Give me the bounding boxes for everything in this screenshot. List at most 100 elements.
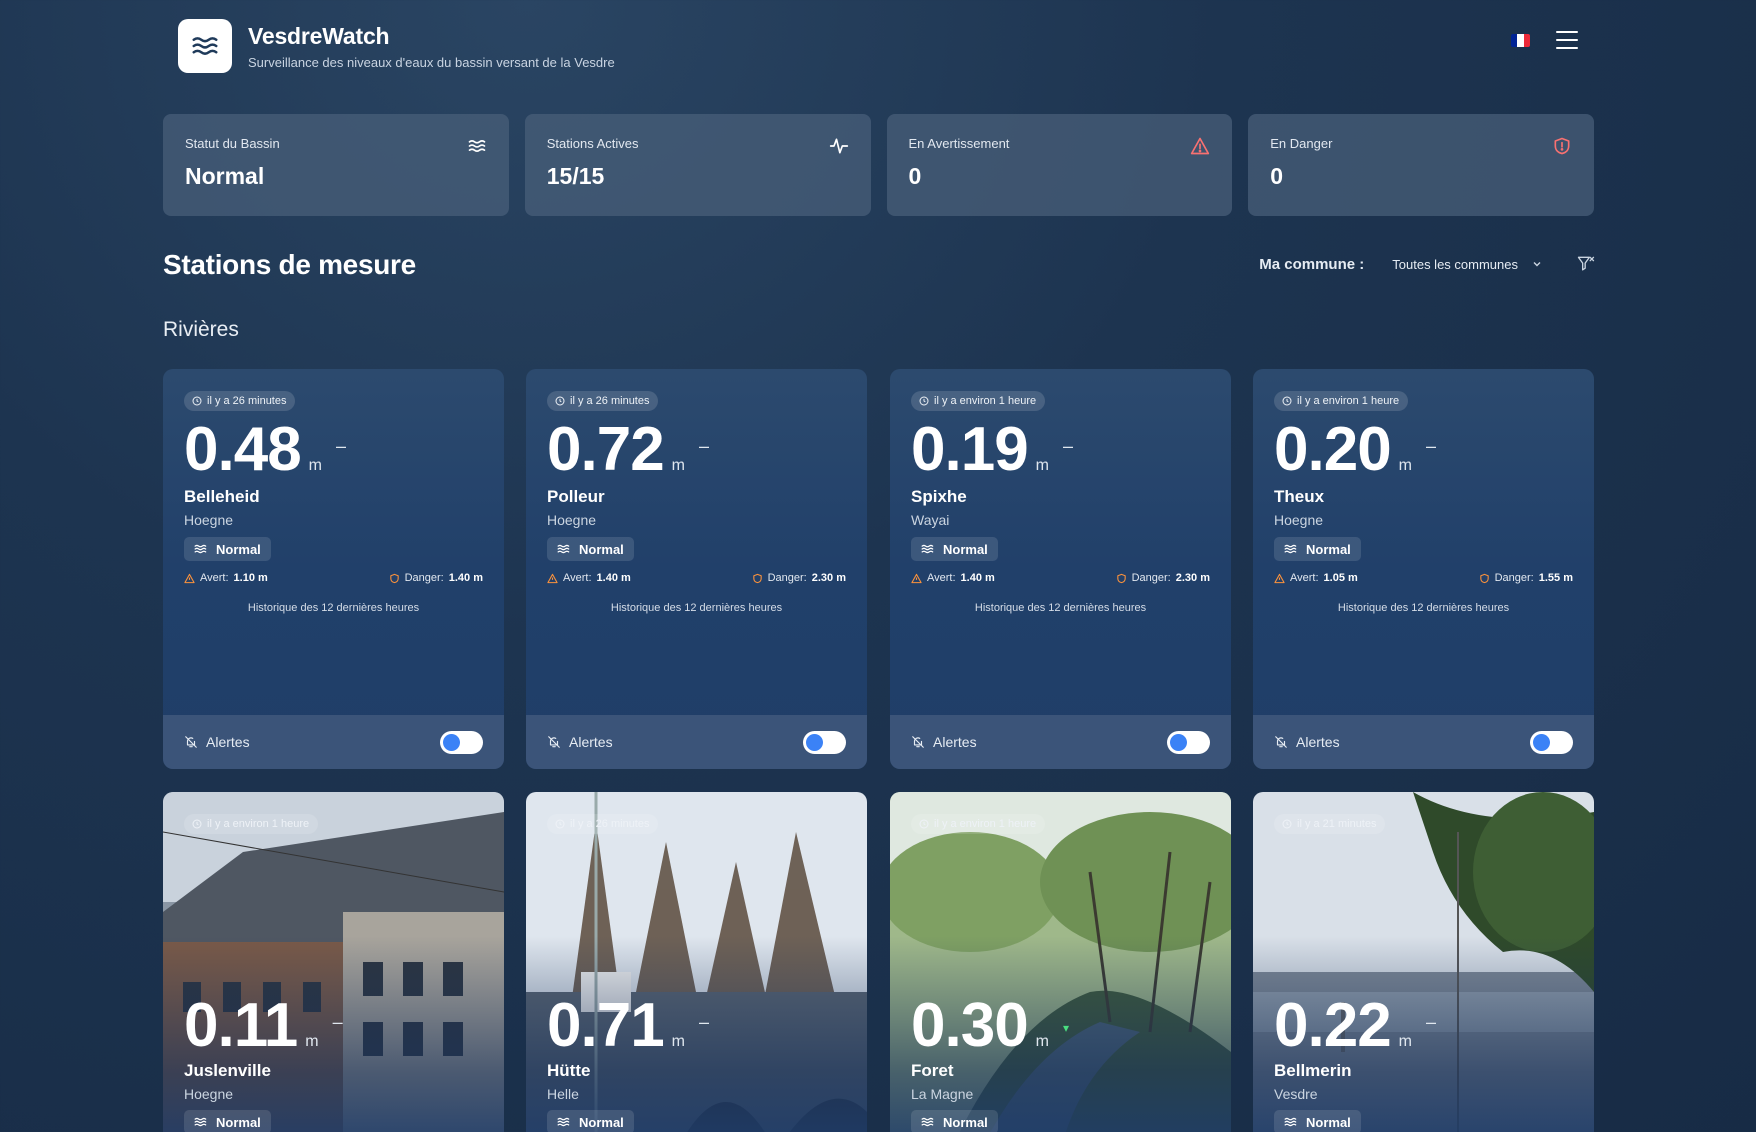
station-card[interactable]: il y a 21 minutes 0.22 m – Bellmerin Ves…: [1253, 792, 1594, 1132]
station-card[interactable]: il y a 26 minutes 0.72 m – Polleur Hoegn…: [526, 369, 867, 769]
level-value: 0.19: [911, 415, 1029, 484]
trend-indicator: –: [1426, 1012, 1437, 1032]
app-header: VesdreWatch Surveillance des niveaux d'e…: [178, 19, 1578, 73]
photo-overlay: [163, 792, 504, 1132]
danger-label: Danger:: [1494, 572, 1534, 584]
status-text: Normal: [216, 541, 261, 557]
alerts-toggle[interactable]: [440, 730, 483, 754]
water-level: 0.71 m –: [547, 995, 709, 1057]
stat-card-active-stations: Stations Actives 15/15: [524, 114, 871, 216]
bell-off-icon: [548, 736, 560, 748]
toggle-knob: [443, 733, 460, 751]
waves-icon: [1284, 544, 1297, 554]
alerts-label: Alertes: [184, 734, 250, 750]
status-text: Normal: [579, 541, 624, 557]
station-card[interactable]: il y a environ 1 heure 0.19 m – Spixhe W…: [890, 369, 1231, 769]
commune-select-value: Toutes les communes: [1392, 256, 1518, 272]
status-badge: Normal: [184, 1110, 271, 1132]
station-card[interactable]: il y a environ 1 heure 0.30 m ▾ Foret La…: [890, 792, 1231, 1132]
thresholds: Avert: 1.05 m Danger: 1.55 m: [1274, 572, 1573, 584]
waves-icon: [1284, 1117, 1297, 1127]
trend-indicator: –: [336, 436, 347, 456]
card-footer: Alertes: [526, 715, 867, 769]
level-value: 0.11: [184, 991, 298, 1060]
status-text: Normal: [1306, 1114, 1351, 1130]
level-unit: m: [305, 1033, 319, 1050]
level-value: 0.71: [547, 991, 665, 1060]
danger-label: Danger:: [767, 572, 807, 584]
header-actions: [1511, 31, 1578, 49]
level-unit: m: [308, 457, 322, 474]
thresholds: Avert: 1.40 m Danger: 2.30 m: [547, 572, 846, 584]
status-text: Normal: [943, 1114, 988, 1130]
updated-text: il y a 26 minutes: [570, 818, 650, 830]
history-label: Historique des 12 dernières heures: [1337, 602, 1510, 614]
app-logo[interactable]: [178, 19, 232, 73]
station-card[interactable]: il y a 26 minutes 0.71 m – Hütte Helle N…: [526, 792, 867, 1132]
clock-icon: [192, 819, 202, 829]
page: VesdreWatch Surveillance des niveaux d'e…: [0, 0, 1756, 1132]
warning-threshold: Avert: 1.40 m: [547, 572, 631, 584]
station-card[interactable]: il y a 26 minutes 0.48 m – Belleheid Hoe…: [163, 369, 504, 769]
waves-icon: [921, 1117, 934, 1127]
station-card[interactable]: il y a environ 1 heure 0.20 m – Theux Ho…: [1253, 369, 1594, 769]
section-title: Stations de mesure: [163, 249, 416, 280]
updated-text: il y a environ 1 heure: [207, 818, 310, 830]
clock-icon: [1282, 396, 1292, 406]
clock-icon: [1282, 819, 1292, 829]
danger-label: Danger:: [1131, 572, 1171, 584]
status-badge: Normal: [911, 537, 998, 561]
warning-label: Avert:: [200, 572, 229, 584]
station-card[interactable]: il y a environ 1 heure 0.11 m – Juslenvi…: [163, 792, 504, 1132]
toggle-knob: [806, 733, 823, 751]
waves-icon: [468, 140, 486, 152]
water-level: 0.48 m –: [184, 419, 346, 481]
history-label: Historique des 12 dernières heures: [974, 602, 1147, 614]
stat-card-danger: En Danger 0: [1248, 114, 1594, 216]
status-text: Normal: [216, 1114, 261, 1130]
hamburger-menu-icon[interactable]: [1556, 31, 1578, 49]
card-footer: Alertes: [1253, 715, 1594, 769]
trend-indicator: –: [699, 436, 710, 456]
trend-down-icon: ▾: [1063, 1021, 1070, 1035]
app-subtitle: Surveillance des niveaux d'eaux du bassi…: [248, 54, 615, 70]
photo-overlay: [1253, 792, 1594, 1132]
level-unit: m: [1398, 1033, 1412, 1050]
warning-value: 1.05 m: [1323, 572, 1358, 584]
waves-icon: [557, 544, 570, 554]
station-name: Belleheid: [184, 487, 260, 506]
status-badge: Normal: [1274, 1110, 1361, 1132]
danger-value: 2.30 m: [1175, 572, 1210, 584]
updated-text: il y a environ 1 heure: [934, 395, 1037, 407]
alerts-toggle[interactable]: [1530, 730, 1573, 754]
station-name: Polleur: [547, 487, 605, 506]
level-value: 0.22: [1274, 991, 1392, 1060]
status-text: Normal: [1306, 541, 1351, 557]
station-name: Hütte: [547, 1061, 591, 1080]
alerts-text: Alertes: [933, 734, 977, 750]
waves-icon: [192, 37, 218, 55]
stat-value: 15/15: [546, 163, 605, 189]
stat-card-basin-status: Statut du Bassin Normal: [163, 114, 509, 216]
warning-value: 1.10 m: [233, 572, 268, 584]
water-level: 0.20 m –: [1274, 419, 1436, 481]
alerts-text: Alertes: [206, 734, 250, 750]
filter-clear-icon[interactable]: [1576, 254, 1596, 274]
water-level: 0.72 m –: [547, 419, 709, 481]
river-name: Wayai: [911, 512, 950, 528]
stat-label: En Avertissement: [908, 136, 1010, 151]
warning-label: Avert:: [927, 572, 956, 584]
updated-text: il y a 26 minutes: [570, 395, 650, 407]
station-name: Foret: [911, 1061, 954, 1080]
stat-card-warning: En Avertissement 0: [886, 114, 1233, 216]
level-unit: m: [1398, 457, 1412, 474]
updated-text: il y a environ 1 heure: [934, 818, 1037, 830]
alerts-toggle[interactable]: [1167, 730, 1210, 754]
shield-alert-icon: [1116, 573, 1126, 583]
alerts-toggle[interactable]: [803, 730, 846, 754]
card-footer: Alertes: [890, 715, 1231, 769]
warning-triangle-icon: [1191, 137, 1210, 155]
commune-select[interactable]: Toutes les communes: [1392, 257, 1542, 272]
language-flag-icon[interactable]: [1511, 33, 1530, 47]
updated-badge: il y a environ 1 heure: [911, 391, 1046, 411]
